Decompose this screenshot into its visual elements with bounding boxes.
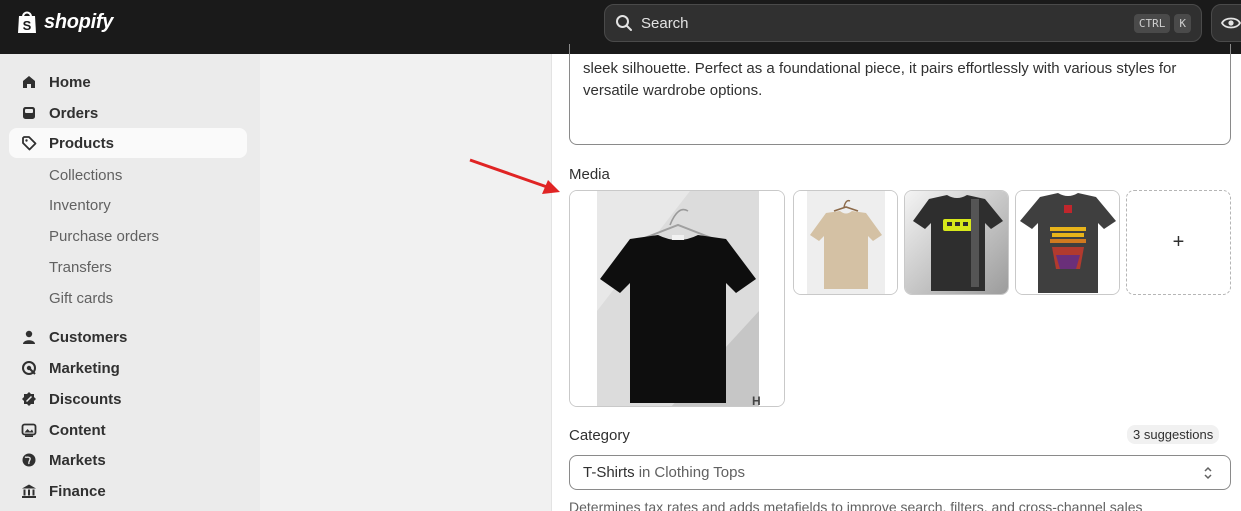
shortcut-k: K [1174,13,1191,33]
sidebar-item-products[interactable]: Products [9,128,247,158]
globe-icon [22,453,36,467]
category-parent: Clothing Tops [654,464,745,481]
sidebar-item-label: Products [49,134,115,152]
brand-name: shopify [44,10,114,33]
preview-store-button[interactable] [1211,4,1241,42]
sidebar-item-label: Customers [49,328,128,346]
select-chevrons-icon [1204,466,1212,480]
sidebar-item-home[interactable]: Home [9,67,247,97]
sidebar-item-label: Home [49,73,91,91]
sidebar-item-marketing[interactable]: Marketing [9,353,247,383]
plus-icon: + [1172,231,1185,253]
category-select[interactable]: T-Shirts in Clothing Tops [569,455,1231,490]
sidebar-subitem-purchase-orders[interactable]: Purchase orders [49,228,159,245]
main-content: sleek silhouette. Perfect as a foundatio… [260,44,1241,511]
sidebar-item-label: Marketing [49,359,120,377]
sidebar-item-label: Orders [49,104,99,122]
search-icon [616,15,632,31]
content-icon [21,423,37,437]
home-icon [23,76,35,88]
grey-graphic-tshirt-image [905,191,1008,294]
sidebar-subitem-gift-cards[interactable]: Gift cards [49,290,113,307]
bank-icon [22,484,36,498]
svg-text:H: H [752,394,761,407]
sidebar: Home Orders Products Collections Invento… [0,54,260,511]
target-icon [22,361,36,375]
sidebar-subitem-collections[interactable]: Collections [49,167,122,184]
shortcut-ctrl: CTRL [1133,13,1171,33]
category-heading: Category [569,427,630,444]
sidebar-item-orders[interactable]: Orders [9,98,247,128]
sidebar-subitem-inventory[interactable]: Inventory [49,197,111,214]
sidebar-item-label: Finance [49,482,106,500]
category-value: T-Shirts [583,464,635,481]
suggestions-badge[interactable]: 3 suggestions [1127,425,1220,444]
sidebar-item-finance[interactable]: Finance [9,476,247,506]
media-thumbnail-beige-tshirt[interactable] [793,190,898,295]
search-bar[interactable]: Search CTRL K [604,4,1202,42]
media-thumbnail-grey-graphic-tshirt[interactable] [904,190,1009,295]
black-tshirt-image: H [570,191,784,407]
discount-icon [22,392,36,406]
category-helper-text: Determines tax rates and adds metafields… [569,499,1143,511]
eye-icon [1221,17,1241,29]
person-icon [23,330,35,344]
shopify-logo[interactable]: S shopify [16,9,113,35]
sidebar-subitem-transfers[interactable]: Transfers [49,259,112,276]
product-card: sleek silhouette. Perfect as a foundatio… [551,44,1241,511]
sidebar-item-label: Discounts [49,390,122,408]
sidebar-item-discounts[interactable]: Discounts [9,384,247,414]
description-editor[interactable]: sleek silhouette. Perfect as a foundatio… [569,44,1231,145]
sidebar-item-label: Markets [49,451,106,469]
category-connector: in [638,464,651,481]
orders-icon [23,107,35,119]
search-placeholder: Search [641,14,689,32]
media-primary-image[interactable]: H [569,190,785,407]
tag-icon [22,136,37,151]
beige-tshirt-image [794,191,897,294]
sidebar-item-customers[interactable]: Customers [9,322,247,352]
media-thumbnail-charcoal-print-tshirt[interactable] [1015,190,1120,295]
media-heading: Media [569,166,610,183]
description-text: sleek silhouette. Perfect as a foundatio… [583,60,1177,99]
shopping-bag-icon: S [18,11,36,33]
sidebar-item-markets[interactable]: Markets [9,445,247,475]
sidebar-item-label: Content [49,421,106,439]
sidebar-item-content[interactable]: Content [9,415,247,445]
add-media-button[interactable]: + [1126,190,1231,295]
annotation-arrow-icon [469,158,560,194]
charcoal-print-tshirt-image [1016,191,1119,294]
svg-text:S: S [23,18,32,33]
